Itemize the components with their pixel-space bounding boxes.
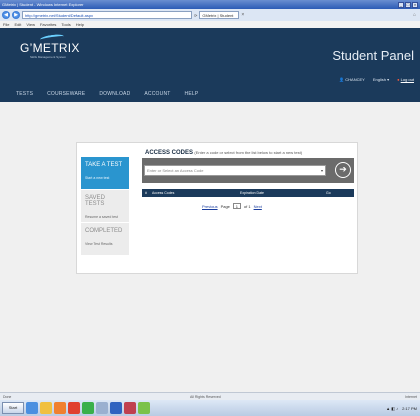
window-titlebar: GMetrix | Student - Windows Internet Exp…	[0, 0, 420, 9]
logo-text: G’METRIX	[20, 41, 80, 55]
next-link[interactable]: Next	[254, 204, 262, 209]
forward-icon[interactable]: ▶	[12, 11, 20, 19]
nav-download[interactable]: DOWNLOAD	[99, 91, 130, 97]
status-footer-text: All Rights Reserved	[190, 394, 221, 399]
browser-tab[interactable]: GMetrix | Student	[199, 11, 240, 19]
menu-item-title: TAKE A TEST	[85, 162, 123, 168]
window-title: GMetrix | Student - Windows Internet Exp…	[2, 2, 84, 7]
menu-item-subtitle: Resume a saved test	[85, 215, 118, 219]
status-left: Done	[3, 394, 12, 399]
col-expiration-date: Expiration Date	[240, 191, 264, 195]
header-meta: 👤 CHANCEY English ▾ ● Log out	[339, 77, 414, 82]
maximize-button[interactable]: □	[405, 1, 411, 8]
back-icon[interactable]: ◀	[2, 11, 10, 19]
access-codes-table-header: # Access Codes Expiration Date Go	[142, 189, 354, 197]
menu-saved-tests[interactable]: SAVED TESTS Resume a saved test	[81, 190, 129, 223]
word-icon[interactable]	[110, 402, 122, 414]
chevron-down-icon[interactable]: ▾	[321, 166, 323, 175]
main-nav: TESTS COURSEWARE DOWNLOAD ACCOUNT HELP	[0, 86, 420, 102]
logout-icon: ●	[397, 77, 400, 82]
close-tab-icon[interactable]: ×	[241, 12, 244, 18]
menu-favorites[interactable]: Favorites	[40, 22, 56, 27]
pagination: Previous Page 1 of 1 Next	[202, 203, 262, 209]
tab-label: GMetrix | Student	[202, 12, 234, 18]
access-code-placeholder: Enter or Select an Access Code	[147, 168, 204, 173]
access-code-box: Enter or Select an Access Code ▾ ➔	[142, 158, 354, 183]
previous-link[interactable]: Previous	[202, 204, 218, 209]
test-side-menu: TAKE A TEST Start a new test SAVED TESTS…	[81, 157, 129, 256]
access-codes-title: ACCESS CODES (Enter a code or select fro…	[145, 150, 303, 156]
status-zone: Internet	[405, 394, 417, 399]
url-text: http://gmetrix.net/Student/Default.aspx	[25, 12, 94, 18]
powerpoint-icon[interactable]	[124, 402, 136, 414]
address-bar: ◀ ▶ http://gmetrix.net/Student/Default.a…	[0, 9, 420, 21]
minimize-button[interactable]: _	[398, 1, 404, 8]
logo-subtitle: Skills Management System	[30, 55, 67, 59]
home-icon[interactable]: ⌂	[413, 12, 416, 18]
page-label: Page	[220, 203, 230, 209]
window-controls: _ □ ×	[398, 1, 418, 8]
menu-tools[interactable]: Tools	[61, 22, 70, 27]
col-go: Go	[326, 191, 331, 195]
nav-courseware[interactable]: COURSEWARE	[47, 91, 85, 97]
menu-help[interactable]: Help	[76, 22, 84, 27]
start-button[interactable]: Start	[2, 402, 24, 414]
tray-icons[interactable]: ▲ ◧ ♪	[386, 406, 398, 411]
menu-item-subtitle: View Test Results	[85, 242, 113, 246]
menu-completed[interactable]: COMPLETED View Test Results	[81, 223, 129, 256]
menu-item-title: COMPLETED	[85, 228, 123, 234]
menu-take-a-test[interactable]: TAKE A TEST Start a new test	[81, 157, 129, 190]
menu-file[interactable]: File	[3, 22, 9, 27]
media-icon[interactable]	[54, 402, 66, 414]
windows-taskbar: Start ▲ ◧ ♪ 2:17 PM	[0, 400, 420, 416]
panel-title: Student Panel	[332, 48, 414, 63]
nav-help[interactable]: HELP	[185, 91, 199, 97]
menu-view[interactable]: View	[26, 22, 35, 27]
user-name: 👤 CHANCEY	[339, 77, 365, 82]
menu-item-title: SAVED TESTS	[85, 195, 105, 207]
ie-icon[interactable]	[26, 402, 38, 414]
clock[interactable]: 2:17 PM	[402, 406, 417, 411]
chrome-icon[interactable]	[82, 402, 94, 414]
logout-link[interactable]: ● Log out	[397, 77, 414, 82]
refresh-icon[interactable]: ⟳	[194, 13, 197, 18]
close-window-button[interactable]: ×	[412, 1, 418, 8]
access-code-input[interactable]: Enter or Select an Access Code ▾	[144, 165, 326, 176]
language-select[interactable]: English ▾	[373, 77, 389, 82]
folder-icon[interactable]	[40, 402, 52, 414]
access-codes-card: ACCESS CODES (Enter a code or select fro…	[76, 142, 358, 274]
col-number: #	[145, 191, 147, 195]
page-number-input[interactable]: 1	[232, 203, 241, 209]
browser-menubar: File Edit View Favorites Tools Help	[0, 21, 420, 28]
url-field[interactable]: http://gmetrix.net/Student/Default.aspx	[22, 11, 192, 19]
gmetrix-logo[interactable]: G’METRIX Skills Management System	[20, 33, 80, 59]
menu-edit[interactable]: Edit	[14, 22, 21, 27]
nav-account[interactable]: ACCOUNT	[144, 91, 170, 97]
col-access-codes: Access Codes	[152, 191, 175, 195]
page-total: of 1	[243, 203, 251, 209]
system-tray: ▲ ◧ ♪ 2:17 PM	[386, 406, 420, 411]
menu-item-subtitle: Start a new test	[85, 176, 110, 180]
excel-icon[interactable]	[138, 402, 150, 414]
app-icon[interactable]	[68, 402, 80, 414]
go-arrow-button[interactable]: ➔	[335, 162, 351, 178]
explorer-icon[interactable]	[96, 402, 108, 414]
nav-tests[interactable]: TESTS	[16, 91, 33, 97]
browser-statusbar: Done All Rights Reserved Internet	[0, 392, 420, 400]
